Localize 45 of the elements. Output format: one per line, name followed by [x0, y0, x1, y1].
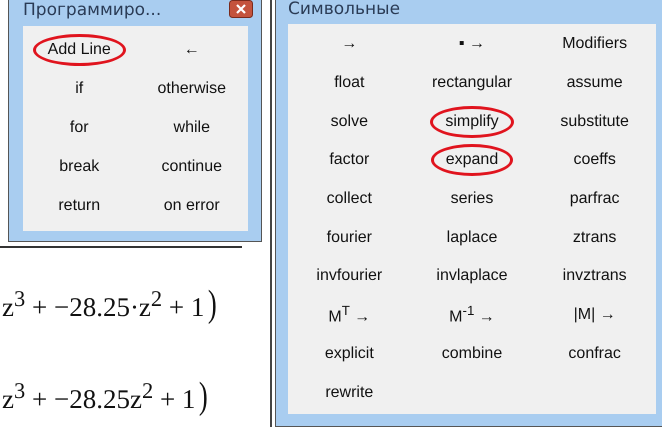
- toolbar-button[interactable]: |M| →: [568, 299, 622, 332]
- toolbar-button[interactable]: fourier: [320, 222, 378, 254]
- toolbar-button[interactable]: combine: [436, 338, 508, 370]
- toolbar-button[interactable]: M$^{-1}$ →: [443, 299, 501, 332]
- toolbar-button[interactable]: collect: [320, 183, 378, 216]
- parenthesis: ): [199, 374, 208, 418]
- toolbar-button[interactable]: invlaplace: [430, 260, 514, 292]
- toolbar-button[interactable]: parfrac: [564, 183, 626, 216]
- toolbar-button[interactable]: M$^{T}$ →: [322, 299, 376, 332]
- toolbar-button[interactable]: rewrite: [319, 376, 380, 409]
- toolbar-button[interactable]: for: [64, 112, 95, 144]
- toolbar-button[interactable]: ←: [178, 34, 206, 66]
- window-title: Символьные: [288, 0, 400, 19]
- toolbar-button[interactable]: assume: [560, 67, 629, 100]
- toolbar-button[interactable]: Modifiers: [556, 28, 634, 60]
- toolbar-button[interactable]: simplify: [430, 106, 514, 138]
- toolbar-button[interactable]: →: [335, 28, 364, 60]
- math-expression: z$^{3}$ + −28.25z$^{2}$ + 1: [2, 378, 196, 414]
- toolbar-button[interactable]: laplace: [440, 222, 504, 254]
- toolbar-button[interactable]: explicit: [318, 338, 380, 370]
- toolbar-button[interactable]: break: [53, 150, 106, 182]
- toolbar-button[interactable]: series: [444, 183, 500, 216]
- toolbar-button[interactable]: ztrans: [566, 222, 622, 254]
- toolbar-button[interactable]: invztrans: [556, 260, 633, 292]
- toolbar-button[interactable]: continue: [156, 150, 228, 182]
- toolbar-button[interactable]: Add Line: [32, 34, 126, 66]
- toolbar-button[interactable]: coeffs: [567, 144, 622, 176]
- toolbar-button[interactable]: confrac: [562, 338, 627, 370]
- toolbar-button[interactable]: float: [328, 67, 370, 100]
- window-title: Программиро...: [23, 0, 162, 20]
- toolbar-button[interactable]: ▪ →: [452, 28, 492, 60]
- toolbar-button[interactable]: invfourier: [310, 260, 388, 292]
- toolbar-button[interactable]: substitute: [554, 106, 635, 138]
- toolbar-button[interactable]: rectangular: [426, 67, 518, 100]
- toolbar-button[interactable]: return: [52, 190, 106, 222]
- toolbar-button[interactable]: while: [168, 112, 216, 144]
- close-icon[interactable]: [229, 0, 253, 18]
- math-expression: z$^{3}$ + −28.25·z$^{2}$ + 1: [2, 286, 204, 322]
- toolbar-button[interactable]: if: [69, 72, 90, 104]
- parenthesis: ): [208, 282, 218, 326]
- toolbar-button[interactable]: factor: [323, 144, 376, 176]
- toolbar-button[interactable]: otherwise: [152, 72, 232, 104]
- toolbar-button[interactable]: expand: [430, 144, 514, 176]
- toolbar-button[interactable]: solve: [324, 106, 374, 138]
- toolbar-button[interactable]: on error: [158, 190, 226, 222]
